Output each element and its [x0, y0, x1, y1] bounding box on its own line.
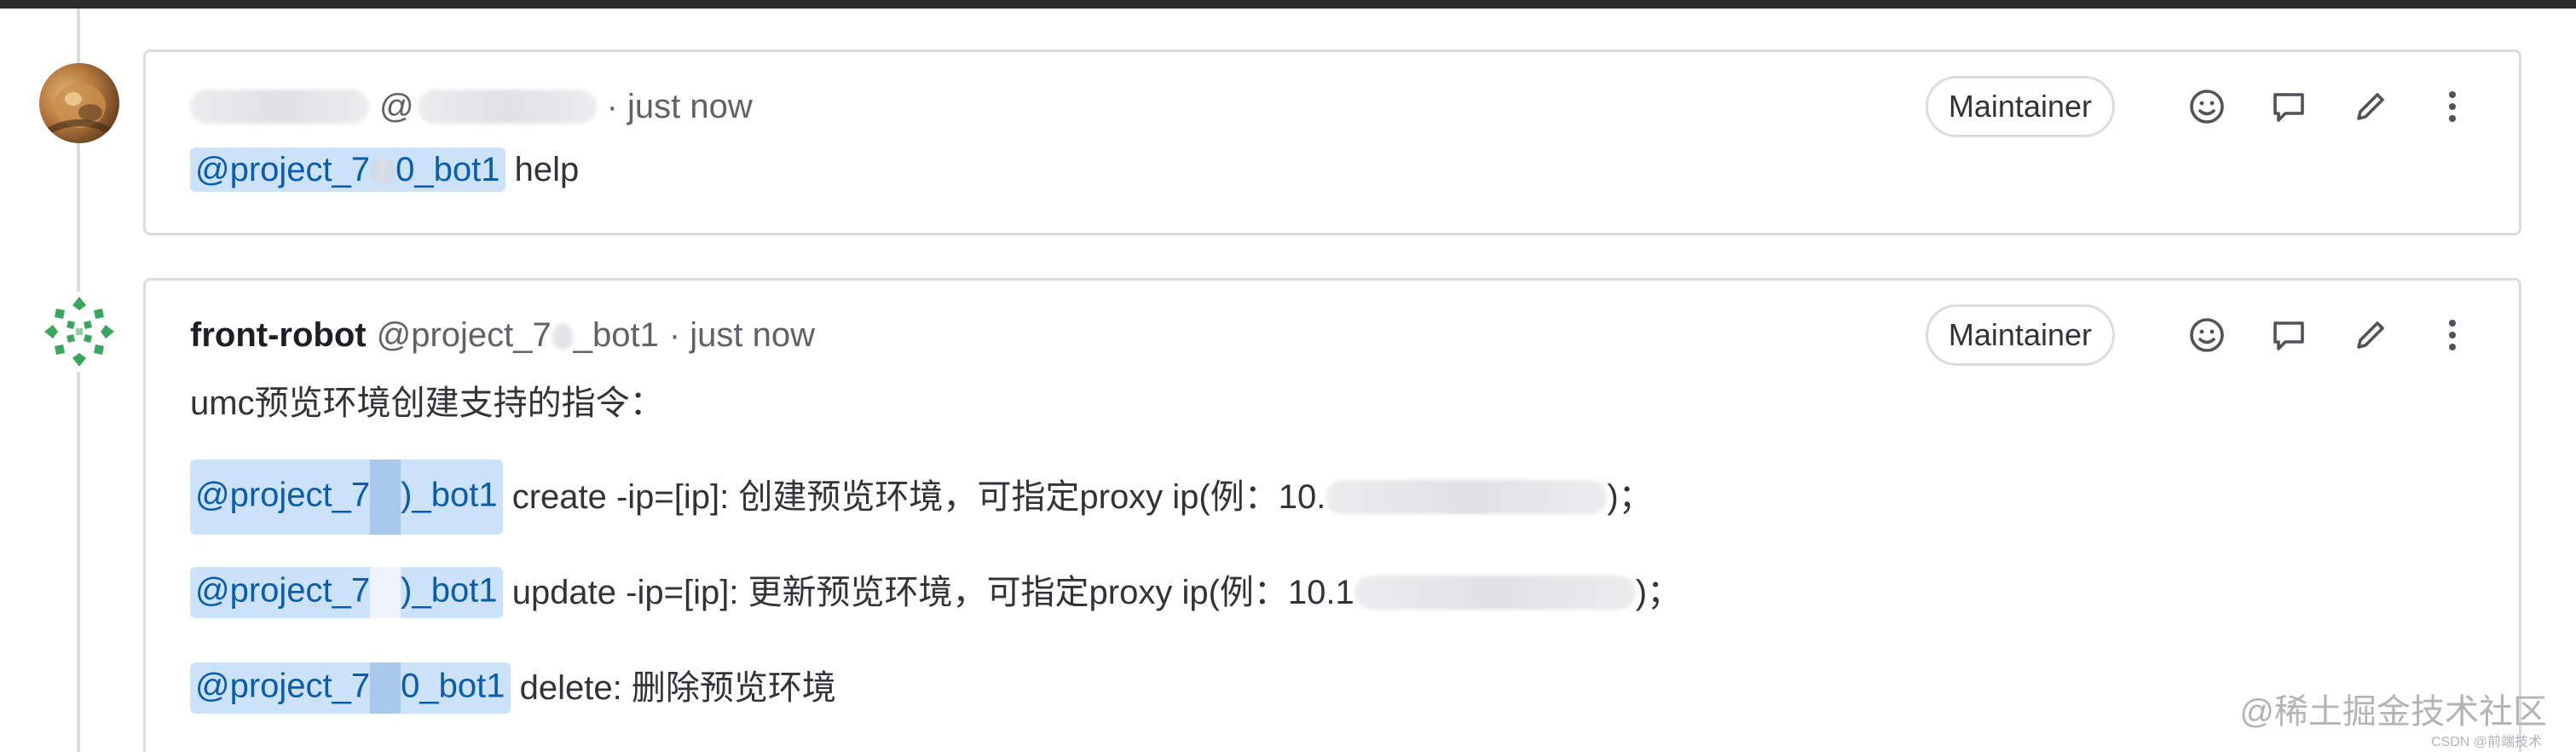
command-text-tail: )；	[1607, 478, 1653, 516]
edit-button[interactable]	[2347, 311, 2394, 359]
identicon-image	[44, 297, 114, 367]
mention-text-tail: 0_bot1	[401, 667, 505, 705]
redacted-mention-part	[370, 460, 401, 535]
role-badge: Maintainer	[1925, 304, 2115, 366]
mention-text: @project_7	[195, 571, 371, 610]
username-text-tail: _bot1	[573, 315, 659, 354]
mention-text: @project_7	[195, 476, 371, 514]
note-card: front-robot @project_7 _bot1 · just now M…	[143, 278, 2521, 752]
mention-text-tail: 0_bot1	[396, 151, 500, 188]
kebab-icon	[2449, 320, 2456, 350]
watermark: @稀土掘金技术社区	[2239, 693, 2547, 731]
mention-text-tail: )_bot1	[401, 476, 498, 514]
top-strip	[0, 0, 2576, 9]
command-line: @project_7 )_bot1 update -ip=[ip]: 更新预览环境…	[190, 567, 1682, 618]
command-line: @project_7 0_bot1 delete: 删除预览环境	[190, 662, 1681, 714]
add-reaction-button[interactable]	[2183, 83, 2231, 130]
bot-avatar[interactable]	[39, 292, 119, 372]
edit-button[interactable]	[2347, 83, 2394, 130]
note-text-line: @project_7 0_bot1 help	[190, 148, 579, 192]
command-text: delete: 删除预览环境	[510, 669, 836, 707]
comment-icon	[2273, 321, 2304, 350]
redacted-author-name	[190, 90, 369, 124]
reply-button[interactable]	[2265, 311, 2313, 359]
mention-text: @project_7	[195, 667, 371, 705]
redacted-ip	[1354, 576, 1636, 610]
note-body: @project_7 0_bot1 help	[190, 148, 579, 192]
note-actions: Maintainer	[1925, 303, 2476, 367]
author-name[interactable]: front-robot	[190, 316, 367, 355]
add-reaction-button[interactable]	[2183, 311, 2231, 359]
watermark-sub: CSDN @前端技术	[2430, 735, 2542, 749]
more-actions-button[interactable]	[2429, 83, 2476, 130]
reply-button[interactable]	[2265, 83, 2313, 130]
mention-text-tail: )_bot1	[401, 571, 498, 610]
user-avatar[interactable]	[39, 63, 119, 143]
username-text: @project_7	[376, 315, 552, 354]
bot-mention[interactable]: @project_7 0_bot1	[190, 148, 505, 192]
command-text: update -ip=[ip]: 更新预览环境，可指定proxy ip(例：10…	[502, 574, 1354, 611]
command-text: create -ip=[ip]: 创建预览环境，可指定proxy ip(例：10…	[502, 478, 1326, 516]
more-actions-button[interactable]	[2429, 311, 2476, 359]
redacted-mention-part	[370, 662, 401, 714]
smile-icon	[2190, 90, 2224, 124]
smile-icon	[2190, 318, 2224, 352]
bot-mention[interactable]: @project_7 )_bot1	[190, 567, 503, 618]
redacted-mention-part	[370, 158, 396, 186]
kebab-icon	[2449, 91, 2456, 122]
intro-line: umc预览环境创建支持的指令：	[190, 385, 664, 422]
command-text: help	[505, 151, 580, 188]
command-line: @project_7 )_bot1 create -ip=[ip]: 创建预览环境…	[190, 460, 1681, 535]
redacted-username	[417, 90, 597, 124]
redacted-ip	[1326, 480, 1608, 514]
role-badge: Maintainer	[1925, 76, 2115, 137]
redacted-mention-part	[370, 567, 401, 618]
note-timestamp[interactable]: · just now	[669, 316, 815, 355]
author-username[interactable]: @project_7 _bot1	[377, 316, 659, 355]
note-timestamp[interactable]: · just now	[607, 88, 753, 126]
mention-text: @project_7	[195, 151, 371, 188]
note-header: front-robot @project_7 _bot1 · just now	[190, 313, 815, 357]
bot-mention[interactable]: @project_7 )_bot1	[190, 460, 503, 535]
note-actions: Maintainer	[1925, 74, 2476, 139]
note-card: @ · just now Maintainer @project_7 0_bot1…	[143, 49, 2521, 235]
command-text-tail: )；	[1635, 574, 1682, 611]
note-body: umc预览环境创建支持的指令： @project_7 )_bot1 create …	[190, 381, 1682, 714]
user-avatar-image	[46, 84, 113, 135]
note-header: @ · just now	[190, 84, 753, 129]
pencil-icon	[2357, 321, 2384, 349]
author-username[interactable]: @	[379, 88, 414, 126]
bot-mention[interactable]: @project_7 0_bot1	[190, 662, 511, 714]
pencil-icon	[2357, 93, 2384, 120]
redacted-username-part	[551, 323, 574, 350]
comment-icon	[2273, 93, 2304, 122]
